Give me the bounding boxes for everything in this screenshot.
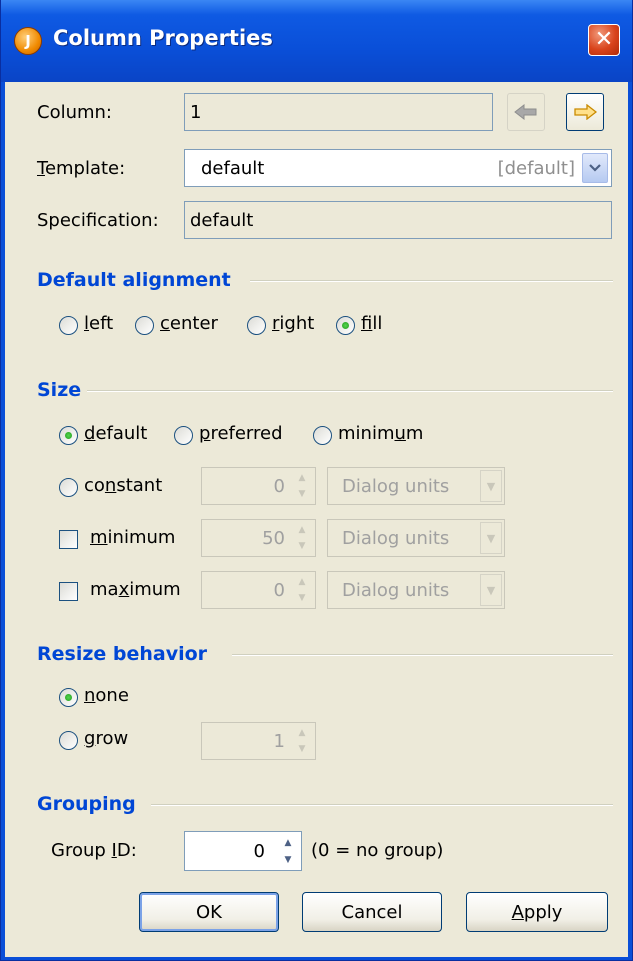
grouping-heading: Grouping — [37, 793, 136, 815]
close-button[interactable]: ✕ — [588, 24, 620, 56]
chevron-down-icon — [589, 164, 601, 172]
min-size-checkbox[interactable] — [59, 530, 78, 549]
size-constant-radio[interactable] — [59, 478, 78, 497]
resize-none-label[interactable]: none — [84, 685, 129, 706]
spin-up-icon[interactable]: ▲ — [291, 574, 313, 590]
chevron-down-icon[interactable]: ▼ — [480, 522, 502, 554]
spin-down-icon[interactable]: ▼ — [291, 486, 313, 502]
max-size-spin-buttons[interactable]: ▲ ▼ — [291, 574, 313, 606]
arrow-right-icon — [574, 104, 597, 120]
template-label: Template: — [37, 158, 126, 179]
template-dropdown-button[interactable] — [582, 153, 608, 183]
align-left-radio[interactable] — [59, 316, 78, 335]
size-default-label[interactable]: default — [84, 423, 147, 444]
resize-grow-label[interactable]: grow — [84, 728, 128, 749]
next-column-button[interactable] — [566, 93, 604, 131]
align-fill-label[interactable]: fill — [361, 313, 382, 334]
size-minimum-radio[interactable] — [313, 426, 332, 445]
max-size-unit-select[interactable]: Dialog units ▼ — [327, 571, 505, 609]
resize-heading: Resize behavior — [37, 643, 208, 665]
max-size-checkbox[interactable] — [59, 582, 78, 601]
constant-unit-value: Dialog units — [342, 475, 450, 497]
min-size-unit-select[interactable]: Dialog units ▼ — [327, 519, 505, 557]
size-preferred-radio[interactable] — [174, 426, 193, 445]
constant-spin-buttons[interactable]: ▲ ▼ — [291, 470, 313, 502]
spin-up-icon[interactable]: ▲ — [291, 725, 313, 741]
template-value: default — [201, 157, 265, 179]
max-size-value: 0 — [273, 579, 285, 601]
spin-up-icon[interactable]: ▲ — [291, 470, 313, 486]
app-icon: J — [14, 27, 42, 55]
grouping-divider — [151, 804, 613, 806]
align-center-radio[interactable] — [135, 316, 154, 335]
size-constant-label[interactable]: constant — [84, 475, 162, 496]
column-label: Column: — [37, 102, 112, 123]
spin-down-icon[interactable]: ▼ — [277, 851, 299, 868]
title-bar[interactable]: J Column Properties ✕ — [1, 0, 632, 82]
spin-down-icon[interactable]: ▼ — [291, 741, 313, 757]
dialog-window: J Column Properties ✕ Column: 1 Template… — [0, 0, 633, 961]
apply-button[interactable]: Apply — [466, 892, 608, 932]
template-default-hint: [default] — [497, 157, 575, 179]
window-title: Column Properties — [53, 26, 273, 50]
group-id-label: Group ID: — [51, 840, 137, 861]
align-center-label[interactable]: center — [160, 313, 218, 334]
chevron-down-icon[interactable]: ▼ — [480, 574, 502, 606]
align-left-label[interactable]: left — [84, 313, 113, 334]
cancel-button[interactable]: Cancel — [302, 892, 442, 932]
previous-column-button[interactable] — [507, 93, 545, 131]
resize-none-radio[interactable] — [59, 688, 78, 707]
size-heading: Size — [37, 379, 82, 401]
specification-label: Specification: — [37, 210, 159, 231]
max-size-unit-value: Dialog units — [342, 579, 450, 601]
size-divider — [87, 390, 613, 392]
dialog-body: Column: 1 Template: default [default] Sp… — [5, 82, 628, 957]
spin-down-icon[interactable]: ▼ — [291, 538, 313, 554]
alignment-divider — [250, 280, 613, 282]
column-field: 1 — [184, 93, 493, 131]
align-right-label[interactable]: right — [272, 313, 314, 334]
max-size-label[interactable]: maximum — [90, 579, 181, 600]
align-right-radio[interactable] — [247, 316, 266, 335]
group-id-note: (0 = no group) — [311, 840, 444, 861]
align-fill-radio[interactable] — [336, 316, 355, 335]
resize-grow-radio[interactable] — [59, 731, 78, 750]
constant-unit-select[interactable]: Dialog units ▼ — [327, 467, 505, 505]
resize-divider — [232, 654, 613, 656]
alignment-heading: Default alignment — [37, 269, 231, 291]
group-id-spin-buttons[interactable]: ▲ ▼ — [277, 834, 299, 868]
ok-button[interactable]: OK — [139, 892, 279, 932]
spin-up-icon[interactable]: ▲ — [291, 522, 313, 538]
min-size-spin-buttons[interactable]: ▲ ▼ — [291, 522, 313, 554]
constant-value: 0 — [273, 475, 285, 497]
group-id-value: 0 — [253, 840, 265, 862]
grow-spin-buttons[interactable]: ▲ ▼ — [291, 725, 313, 757]
specification-field: default — [184, 201, 612, 239]
min-size-value: 50 — [262, 527, 285, 549]
spin-up-icon[interactable]: ▲ — [277, 834, 299, 851]
min-size-unit-value: Dialog units — [342, 527, 450, 549]
size-minimum-label[interactable]: minimum — [338, 423, 423, 444]
chevron-down-icon[interactable]: ▼ — [480, 470, 502, 502]
size-default-radio[interactable] — [59, 426, 78, 445]
spin-down-icon[interactable]: ▼ — [291, 590, 313, 606]
arrow-left-icon — [514, 104, 537, 120]
template-combobox[interactable]: default [default] — [184, 149, 612, 187]
size-preferred-label[interactable]: preferred — [199, 423, 283, 444]
grow-weight-value: 1 — [273, 730, 285, 752]
min-size-label[interactable]: minimum — [90, 527, 175, 548]
